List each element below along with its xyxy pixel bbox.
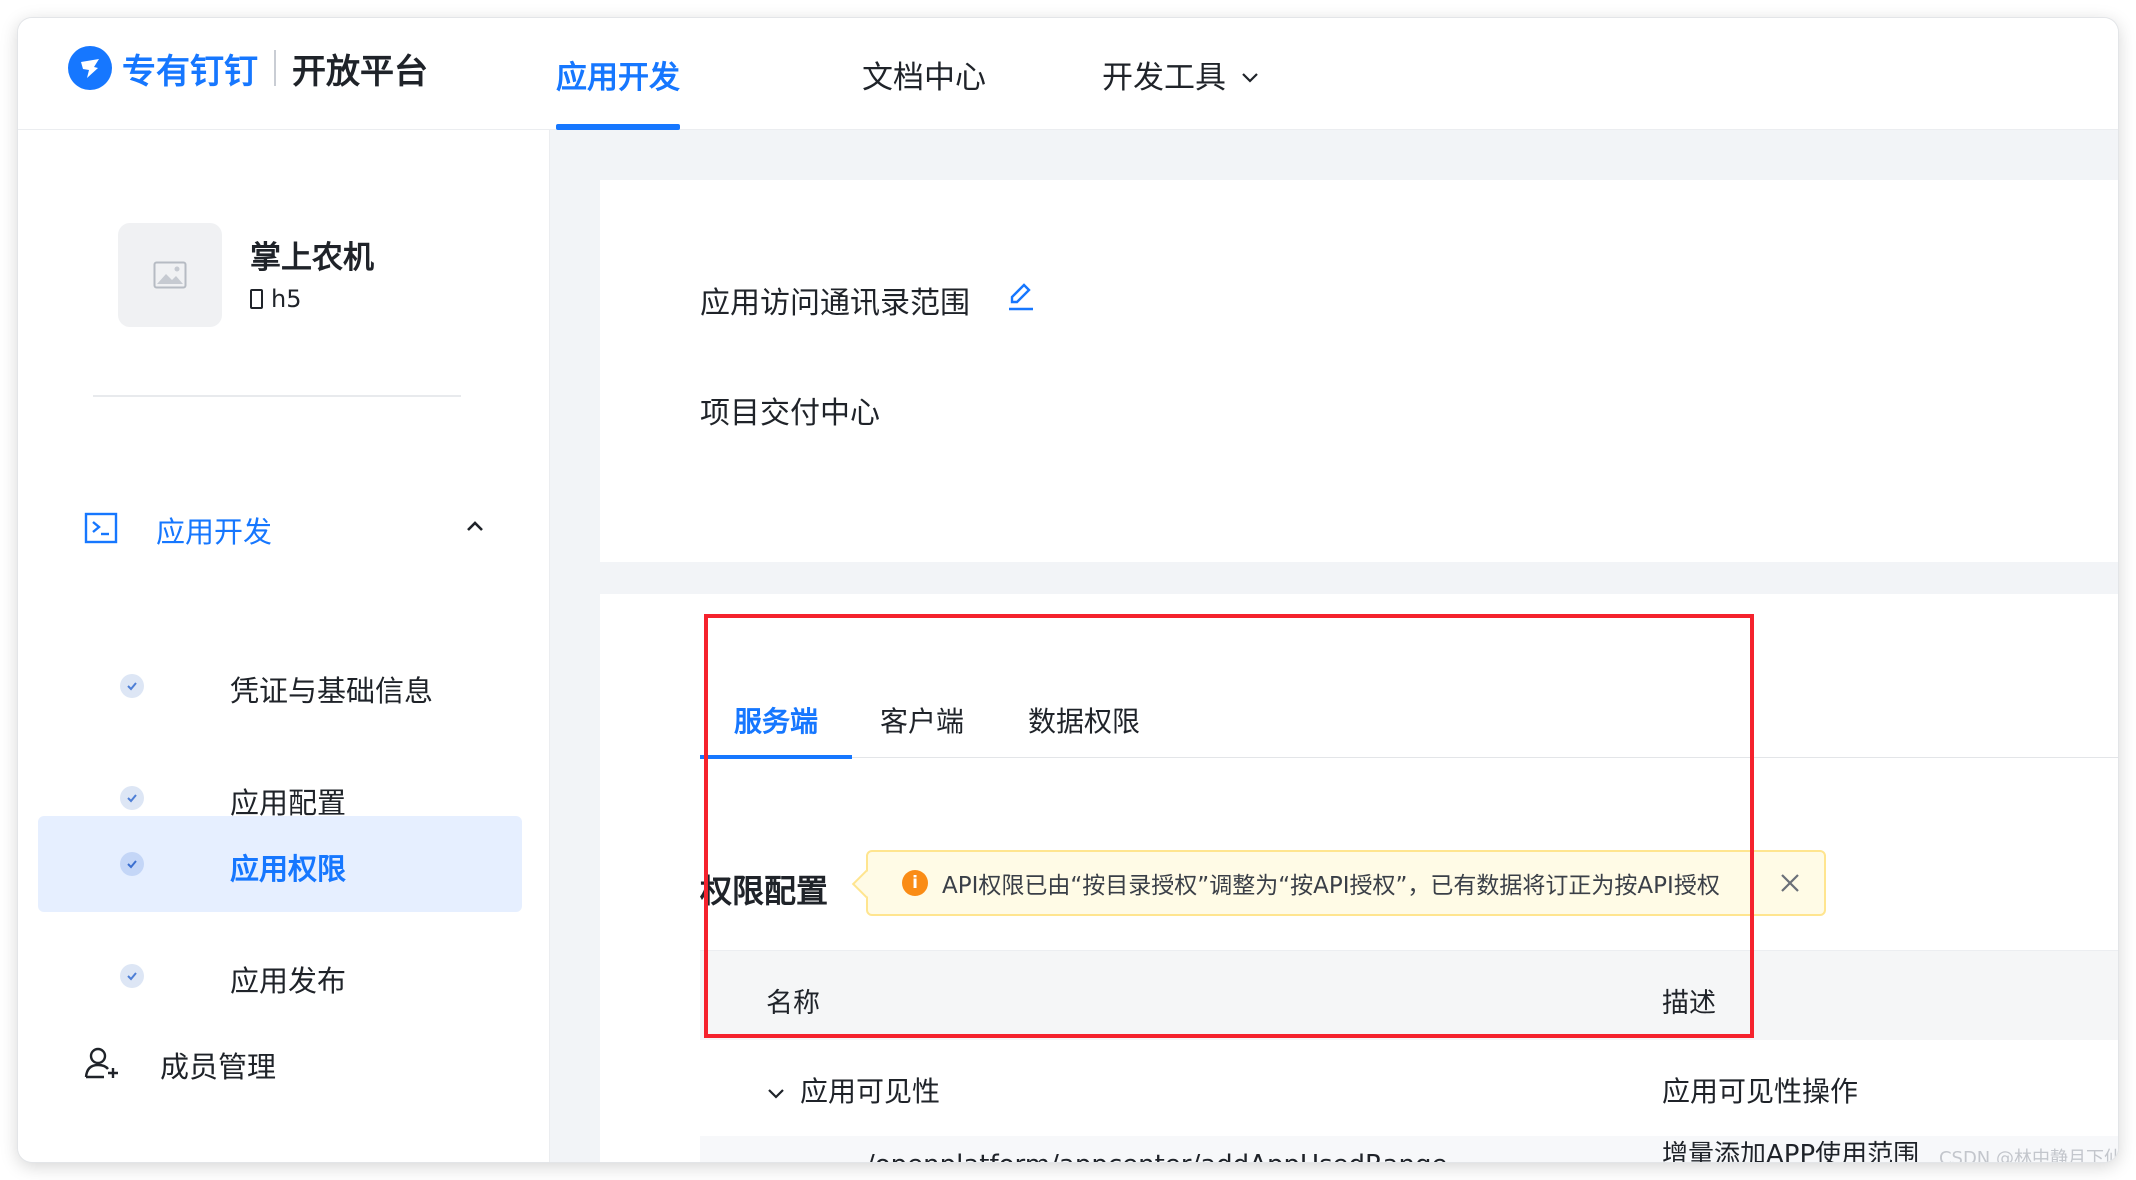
chevron-down-icon[interactable] <box>766 1074 786 1107</box>
check-icon <box>120 852 144 876</box>
nav-app-development[interactable]: 应用开发 <box>556 18 680 130</box>
nav-label: 开发工具 <box>1102 59 1226 96</box>
sidebar-item-app-publish[interactable]: 应用发布 <box>38 928 522 1024</box>
close-icon[interactable] <box>1778 871 1802 899</box>
tab-data-permissions[interactable]: 数据权限 <box>1028 694 1140 758</box>
chevron-up-icon[interactable] <box>464 518 486 538</box>
row-api-desc: 增量添加APP使用范围 <box>1662 1140 1920 1162</box>
sidebar-item-label: 成员管理 <box>160 1050 277 1084</box>
nav-label: 文档中心 <box>862 59 986 96</box>
dingtalk-logo-icon <box>68 46 112 90</box>
nav-label: 应用开发 <box>556 59 680 96</box>
edit-icon[interactable] <box>1006 280 1036 320</box>
table-row[interactable]: 应用可见性 应用可见性操作 <box>700 1040 2118 1136</box>
sidebar-item-app-permissions[interactable]: 应用权限 <box>38 816 522 912</box>
chevron-down-icon <box>1240 56 1260 92</box>
sidebar-divider <box>93 395 461 397</box>
tab-client[interactable]: 客户端 <box>880 694 964 758</box>
table-row[interactable]: /openplatform/appcenter/addAppUsedRange … <box>700 1136 2118 1162</box>
sidebar-item-label: 凭证与基础信息 <box>230 674 434 708</box>
column-header-name: 名称 <box>766 988 820 1019</box>
check-icon <box>120 964 144 988</box>
app-type-label: h5 <box>271 285 302 313</box>
app-window: 专有钉钉 开放平台 应用开发 文档中心 开发工具 掌上农机 h5 应用开发 凭证… <box>18 18 2118 1162</box>
sidebar-item-label: 应用发布 <box>230 964 347 998</box>
app-type: h5 <box>250 285 301 313</box>
tab-server[interactable]: 服务端 <box>699 694 853 759</box>
platform-name: 开放平台 <box>292 51 428 92</box>
sidebar-group-app-development[interactable]: 应用开发 <box>84 510 272 550</box>
scope-title-text: 应用访问通讯录范围 <box>700 286 970 321</box>
info-icon: i <box>902 870 928 896</box>
sidebar-group-label: 应用开发 <box>156 515 273 549</box>
app-name: 掌上农机 <box>250 240 374 276</box>
image-placeholder-icon <box>153 261 187 289</box>
nav-dev-tools[interactable]: 开发工具 <box>1102 18 1260 130</box>
app-thumbnail <box>118 223 222 327</box>
sidebar: 掌上农机 h5 应用开发 凭证与基础信息 应用配置 应用权限 应用发布 成员管理 <box>18 130 550 1162</box>
mobile-icon <box>250 289 263 309</box>
permission-tabs: 服务端 客户端 数据权限 <box>699 694 2118 759</box>
check-icon <box>120 786 144 810</box>
check-icon <box>120 674 144 698</box>
contacts-scope-card: 应用访问通讯录范围 项目交付中心 <box>600 180 2118 562</box>
add-user-icon <box>84 1046 120 1084</box>
nav-doc-center[interactable]: 文档中心 <box>862 18 986 130</box>
row-api-path: /openplatform/appcenter/addAppUsedRange <box>866 1150 1447 1162</box>
permission-config-heading: 权限配置 <box>700 872 829 910</box>
sidebar-item-label: 应用权限 <box>230 852 347 886</box>
notice-text: API权限已由“按目录授权”调整为“按API授权”，已有数据将订正为按API授权 <box>942 873 1720 899</box>
top-navbar: 专有钉钉 开放平台 应用开发 文档中心 开发工具 <box>18 18 2118 130</box>
terminal-icon <box>84 512 118 548</box>
row-group-desc: 应用可见性操作 <box>1662 1075 1859 1108</box>
row-name-text: 应用可见性 <box>800 1075 941 1108</box>
sidebar-item-credentials[interactable]: 凭证与基础信息 <box>38 638 522 734</box>
brand-name: 专有钉钉 <box>122 51 258 92</box>
sidebar-item-members[interactable]: 成员管理 <box>84 1045 276 1085</box>
logo-divider <box>274 50 276 86</box>
scope-value: 项目交付中心 <box>700 396 880 431</box>
scope-title: 应用访问通讯录范围 <box>700 278 1036 322</box>
watermark: CSDN @林中静月下仙 <box>1938 1148 2118 1162</box>
tab-label: 数据权限 <box>1028 705 1141 738</box>
column-header-desc: 描述 <box>1662 988 1716 1019</box>
permissions-card: 服务端 客户端 数据权限 权限配置 i API权限已由“按目录授权”调整为“按A… <box>600 594 2118 1162</box>
logo[interactable]: 专有钉钉 开放平台 <box>68 40 428 96</box>
notice-banner: i API权限已由“按目录授权”调整为“按API授权”，已有数据将订正为按API… <box>866 850 1826 916</box>
row-group-name: 应用可见性 <box>766 1070 940 1110</box>
table-header: 名称 描述 <box>700 950 2118 1040</box>
tab-label: 服务端 <box>734 705 819 738</box>
tab-label: 客户端 <box>880 705 965 738</box>
